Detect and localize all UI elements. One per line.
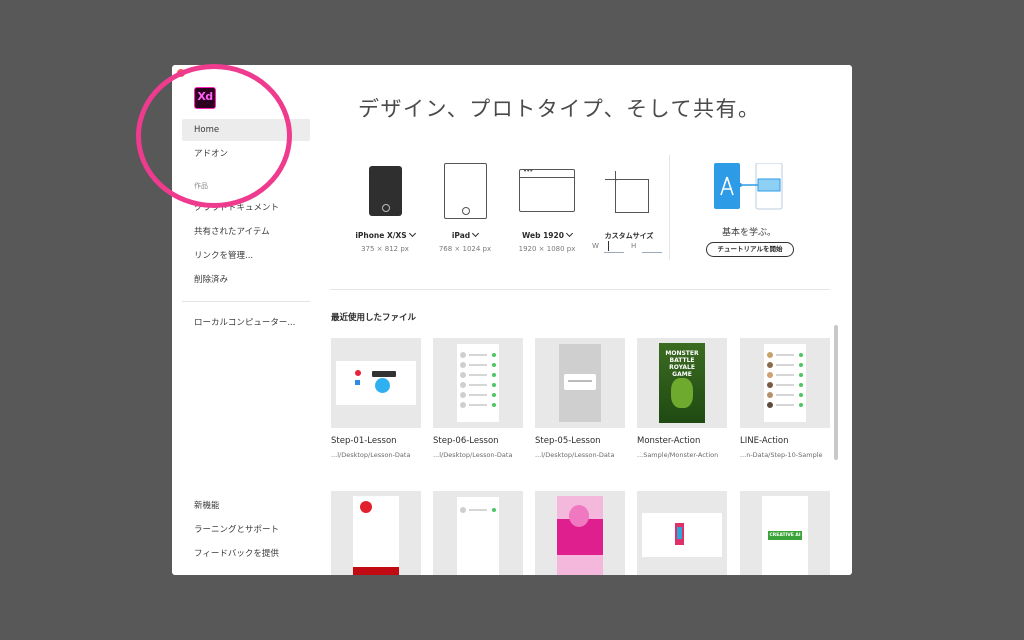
- custom-height-label: H: [631, 242, 637, 250]
- file-thumbnail[interactable]: [433, 491, 523, 575]
- file-thumbnail[interactable]: MONSTER BATTLE ROYALE GAME: [637, 338, 727, 428]
- divider: [330, 289, 830, 290]
- file-thumbnail[interactable]: [331, 491, 421, 575]
- file-name: Step-06-Lesson: [433, 436, 499, 446]
- monster-thumb-text: BATTLE ROYALE: [669, 357, 695, 371]
- sidebar-item-manage-links[interactable]: リンクを管理...: [182, 245, 310, 267]
- sidebar-divider: [182, 301, 310, 302]
- start-tutorial-button[interactable]: チュートリアルを開始: [706, 242, 794, 257]
- page-title: デザイン、プロトタイプ、そして共有。: [358, 97, 761, 121]
- highlight-circle: [136, 64, 292, 208]
- file-name: Monster-Action: [637, 436, 701, 446]
- file-thumbnail[interactable]: [637, 491, 727, 575]
- file-name: LINE-Action: [740, 436, 789, 446]
- preset-iphone-button[interactable]: iPhone X/XS: [340, 229, 430, 240]
- preset-web-label: Web 1920: [522, 231, 564, 240]
- divider: [669, 155, 670, 260]
- file-thumbnail[interactable]: [535, 338, 625, 428]
- preset-iphone-dims: 375 × 812 px: [361, 245, 409, 253]
- phone-icon[interactable]: [369, 166, 402, 216]
- file-thumbnail[interactable]: [331, 338, 421, 428]
- monster-thumb-text: GAME: [672, 371, 692, 378]
- custom-height-input[interactable]: [642, 241, 662, 253]
- text-cursor: [608, 241, 609, 251]
- tablet-icon[interactable]: [444, 163, 487, 219]
- sidebar-item-learning-support[interactable]: ラーニングとサポート: [182, 519, 310, 541]
- file-thumbnail[interactable]: [740, 338, 830, 428]
- creative-badge: CREATIVE AI: [768, 531, 802, 540]
- sidebar-item-shared[interactable]: 共有されたアイテム: [182, 221, 310, 243]
- scrollbar[interactable]: [834, 325, 838, 460]
- custom-width-label: W: [592, 242, 599, 250]
- chevron-down-icon: [565, 229, 574, 238]
- file-path: ...l/Desktop/Lesson-Data: [535, 451, 615, 459]
- file-thumbnail[interactable]: [535, 491, 625, 575]
- file-name: Step-05-Lesson: [535, 436, 601, 446]
- file-path: ...n-Data/Step-10-Sample: [740, 451, 823, 459]
- sidebar-item-whats-new[interactable]: 新機能: [182, 495, 310, 517]
- preset-ipad-dims: 768 × 1024 px: [438, 245, 492, 253]
- sidebar-item-deleted[interactable]: 削除済み: [182, 269, 310, 291]
- preset-web-dims: 1920 × 1080 px: [518, 245, 576, 253]
- browser-icon[interactable]: [519, 167, 575, 212]
- preset-web-button[interactable]: Web 1920: [502, 229, 592, 240]
- preset-ipad-label: iPad: [451, 231, 471, 240]
- tutorial-illustration-icon: [714, 163, 783, 210]
- file-path: ...l/Desktop/Lesson-Data: [433, 451, 513, 459]
- file-name: Step-01-Lesson: [331, 436, 397, 446]
- chevron-down-icon: [408, 229, 416, 238]
- recent-files-heading: 最近使用したファイル: [331, 313, 417, 323]
- custom-size-icon[interactable]: [615, 179, 649, 213]
- preset-iphone-label: iPhone X/XS: [355, 231, 407, 240]
- learn-title: 基本を学ぶ。: [721, 228, 776, 238]
- sidebar-item-feedback[interactable]: フィードバックを提供: [182, 543, 310, 565]
- file-path: ...l/Desktop/Lesson-Data: [331, 451, 411, 459]
- monster-thumb-text: MONSTER: [665, 350, 699, 357]
- custom-width-input[interactable]: [604, 241, 624, 253]
- file-thumbnail[interactable]: CREATIVE AI: [740, 491, 830, 575]
- preset-custom-label: カスタムサイズ: [604, 232, 654, 240]
- file-thumbnail[interactable]: [433, 338, 523, 428]
- file-path: ...Sample/Monster-Action: [637, 451, 719, 459]
- chevron-down-icon: [472, 229, 480, 238]
- sidebar-item-local-computer[interactable]: ローカルコンピューター...: [182, 312, 310, 334]
- preset-ipad-button[interactable]: iPad: [420, 229, 510, 240]
